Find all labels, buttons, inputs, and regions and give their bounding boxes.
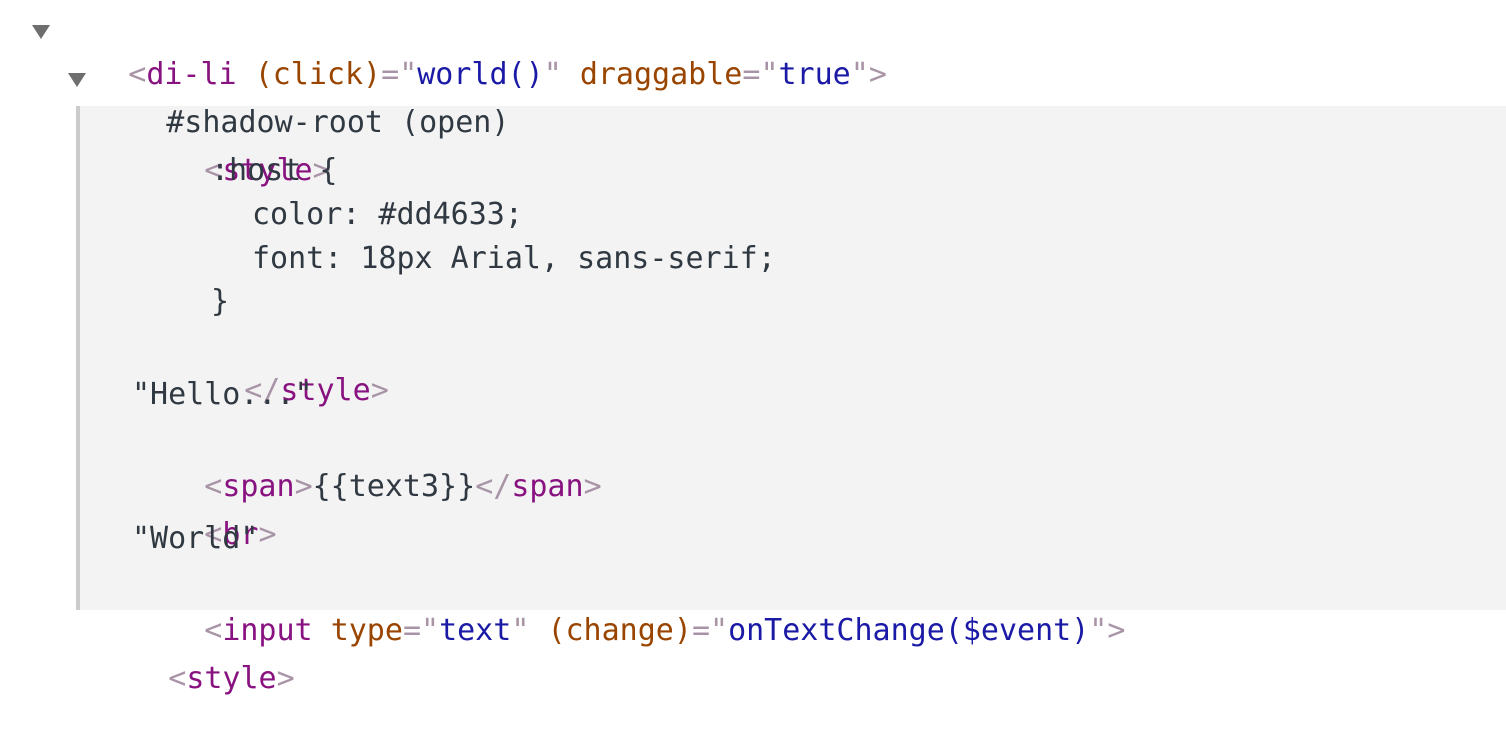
- css-line: color: #dd4633;: [252, 197, 523, 232]
- attribute-name: draggable: [579, 57, 743, 92]
- tag-close-bracket: >: [1107, 613, 1126, 648]
- tag-name: span: [511, 469, 584, 504]
- tag-name: style: [186, 661, 277, 696]
- attribute-value: text: [439, 613, 512, 648]
- tree-node-style-close[interactable]: </style>: [172, 325, 389, 408]
- equals-sign: =: [402, 613, 421, 648]
- attribute-value: true: [778, 57, 851, 92]
- tag-open-bracket: </: [475, 469, 512, 504]
- equals-sign: =: [691, 613, 710, 648]
- tag-close-bracket: >: [583, 469, 602, 504]
- quote: ": [760, 57, 779, 92]
- text-node-hello[interactable]: "Hello...": [132, 373, 313, 417]
- expand-triangle-icon[interactable]: [32, 25, 50, 39]
- equals-sign: =: [742, 57, 761, 92]
- tree-node-shadow-root[interactable]: #shadow-root (open): [94, 57, 509, 140]
- quote: ": [1089, 613, 1108, 648]
- quote: ": [421, 613, 440, 648]
- tree-node-input[interactable]: <input type="text" (change)="onTextChang…: [132, 565, 1125, 648]
- tag-close-bracket: >: [258, 517, 277, 552]
- shadow-root-rail: [76, 106, 80, 610]
- tree-node-style-sibling[interactable]: <style>: [96, 613, 294, 696]
- tag-close-bracket: >: [294, 469, 313, 504]
- tree-node-span[interactable]: <span>{{text3}}</span>: [132, 421, 601, 504]
- tree-node-br[interactable]: <br>: [132, 469, 276, 552]
- quote: ": [543, 57, 562, 92]
- attribute-name: type: [330, 613, 403, 648]
- tag-close-bracket: >: [868, 57, 887, 92]
- tag-close-bracket: >: [370, 373, 389, 408]
- css-line: :host {: [211, 153, 338, 188]
- tag-close-bracket: >: [276, 661, 295, 696]
- tree-node-di-li[interactable]: <di-li (click)="world()" draggable="true…: [56, 9, 887, 92]
- text-node-world[interactable]: "World": [132, 517, 258, 561]
- attribute-value: onTextChange($event): [728, 613, 1090, 648]
- attribute-name: (change): [547, 613, 692, 648]
- tree-node-style[interactable]: <style>: [132, 105, 330, 188]
- quote: ": [710, 613, 729, 648]
- expand-triangle-icon[interactable]: [68, 73, 86, 87]
- tag-open-bracket: <: [168, 661, 187, 696]
- css-line: font: 18px Arial, sans-serif;: [252, 241, 776, 276]
- span-content: {{text3}}: [312, 469, 476, 504]
- quote: ": [850, 57, 869, 92]
- css-line: }: [211, 284, 230, 319]
- quote: ": [511, 613, 530, 648]
